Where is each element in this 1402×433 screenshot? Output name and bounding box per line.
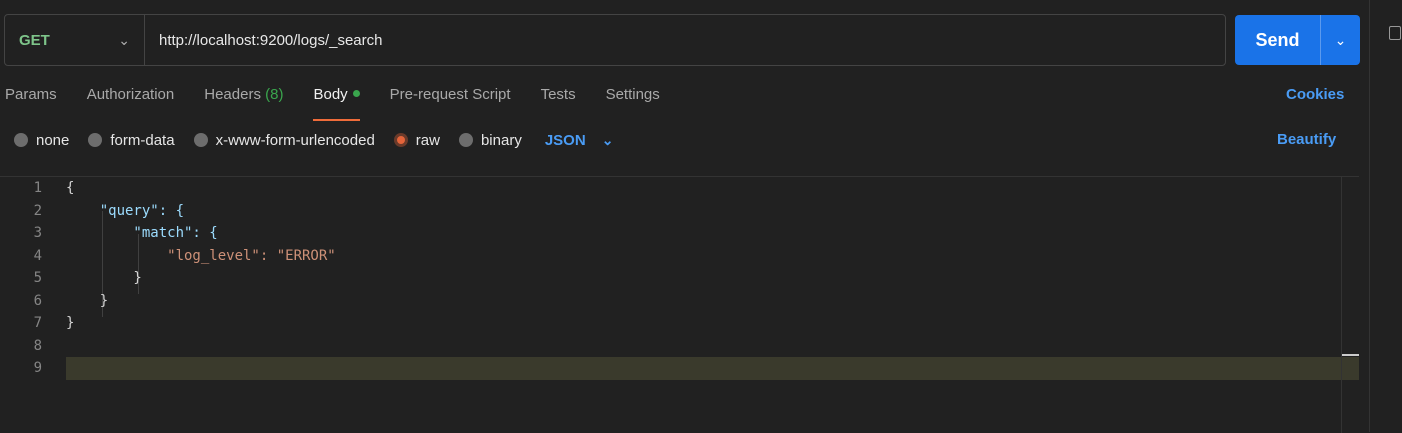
tab-tests[interactable]: Tests bbox=[541, 80, 576, 116]
editor-line: 7 } bbox=[0, 312, 1342, 335]
body-type-options: none form-data x-www-form-urlencoded raw… bbox=[14, 128, 613, 152]
radio-label: x-www-form-urlencoded bbox=[215, 131, 375, 149]
editor-line: 6 } bbox=[0, 290, 1342, 313]
editor-line: 4 "log_level": "ERROR" bbox=[0, 245, 1342, 268]
tab-label: Authorization bbox=[86, 86, 175, 103]
editor-line: 5 } bbox=[0, 267, 1342, 290]
code-text: } bbox=[66, 292, 109, 309]
radio-circle-selected bbox=[393, 133, 408, 147]
cookies-link[interactable]: Cookies bbox=[1286, 86, 1344, 103]
line-number: 1 bbox=[33, 180, 42, 196]
tab-params[interactable]: Params bbox=[5, 80, 57, 116]
chevron-down-icon: ⌄ bbox=[1334, 31, 1347, 48]
scrollbar-thumb[interactable] bbox=[1342, 354, 1359, 356]
modified-dot-icon bbox=[352, 89, 360, 97]
radio-circle bbox=[193, 133, 208, 147]
radio-none[interactable]: none bbox=[14, 132, 69, 149]
editor-line: 1 { bbox=[0, 177, 1342, 200]
documentation-icon[interactable] bbox=[1389, 26, 1401, 40]
radio-label: raw bbox=[415, 131, 440, 149]
send-button-group: Send ⌄ bbox=[1235, 15, 1360, 65]
tab-label: Pre-request Script bbox=[389, 86, 511, 103]
line-number: 4 bbox=[33, 247, 42, 264]
radio-circle bbox=[14, 133, 28, 147]
tab-authorization[interactable]: Authorization bbox=[87, 80, 175, 116]
language-label: JSON bbox=[544, 131, 586, 149]
radio-label: form-data bbox=[110, 131, 175, 149]
beautify-button[interactable]: Beautify bbox=[1277, 131, 1336, 148]
tab-body[interactable]: Body bbox=[313, 80, 360, 121]
code-text: { bbox=[66, 180, 75, 196]
radio-form-data[interactable]: form-data bbox=[88, 131, 175, 149]
radio-raw[interactable]: raw bbox=[393, 131, 440, 149]
request-tabs: Params Authorization Headers (8) Body Pr… bbox=[0, 80, 675, 121]
code-editor[interactable]: 1 { 2 "query": { 3 "match": { 4 "log_lev… bbox=[0, 176, 1359, 433]
editor-line: 2 "query": { bbox=[0, 200, 1342, 223]
tab-settings[interactable]: Settings bbox=[606, 80, 660, 116]
panel-divider bbox=[1369, 0, 1370, 432]
line-number: 8 bbox=[33, 337, 42, 354]
line-number: 7 bbox=[33, 315, 42, 331]
tab-label: Headers bbox=[204, 86, 261, 103]
line-number: 3 bbox=[33, 225, 42, 241]
radio-circle bbox=[458, 133, 473, 147]
header-count-badge: (8) bbox=[265, 86, 284, 103]
tab-headers[interactable]: Headers (8) bbox=[204, 80, 283, 116]
method-label: GET bbox=[19, 31, 50, 49]
editor-line: 8 bbox=[0, 335, 1342, 358]
editor-scrollbar[interactable] bbox=[1341, 177, 1359, 433]
line-number: 2 bbox=[33, 202, 42, 219]
request-bar: GET ⌄ bbox=[4, 14, 1226, 66]
tab-pre-request-script[interactable]: Pre-request Script bbox=[390, 80, 511, 116]
code-text: "log_level": "ERROR" bbox=[66, 247, 336, 264]
language-select[interactable]: JSON ⌄ bbox=[545, 132, 614, 149]
method-select[interactable]: GET ⌄ bbox=[5, 15, 145, 65]
radio-circle bbox=[88, 133, 103, 147]
radio-label: binary bbox=[480, 131, 522, 149]
chevron-down-icon: ⌄ bbox=[118, 31, 130, 48]
tab-label: Params bbox=[5, 86, 57, 103]
tab-label: Body bbox=[313, 86, 348, 103]
editor-line: 3 "match": { bbox=[0, 222, 1342, 245]
editor-line-current: 9 bbox=[0, 357, 1359, 380]
radio-label: none bbox=[36, 131, 70, 149]
code-text: "match": { bbox=[66, 225, 218, 241]
radio-binary[interactable]: binary bbox=[458, 131, 522, 149]
code-text: "query": { bbox=[66, 202, 185, 219]
code-text: } bbox=[66, 270, 142, 286]
tab-label: Tests bbox=[540, 86, 576, 103]
line-number: 9 bbox=[33, 360, 42, 376]
code-text: } bbox=[66, 315, 75, 331]
radio-x-www-form-urlencoded[interactable]: x-www-form-urlencoded bbox=[193, 131, 375, 149]
current-line-highlight bbox=[66, 357, 1359, 380]
send-options-button[interactable]: ⌄ bbox=[1321, 15, 1360, 65]
tab-label: Settings bbox=[605, 86, 660, 103]
line-number: 5 bbox=[33, 270, 42, 286]
chevron-down-icon: ⌄ bbox=[601, 131, 614, 148]
send-button[interactable]: Send bbox=[1235, 15, 1320, 65]
line-number: 6 bbox=[33, 292, 42, 309]
url-input[interactable] bbox=[145, 15, 1225, 65]
